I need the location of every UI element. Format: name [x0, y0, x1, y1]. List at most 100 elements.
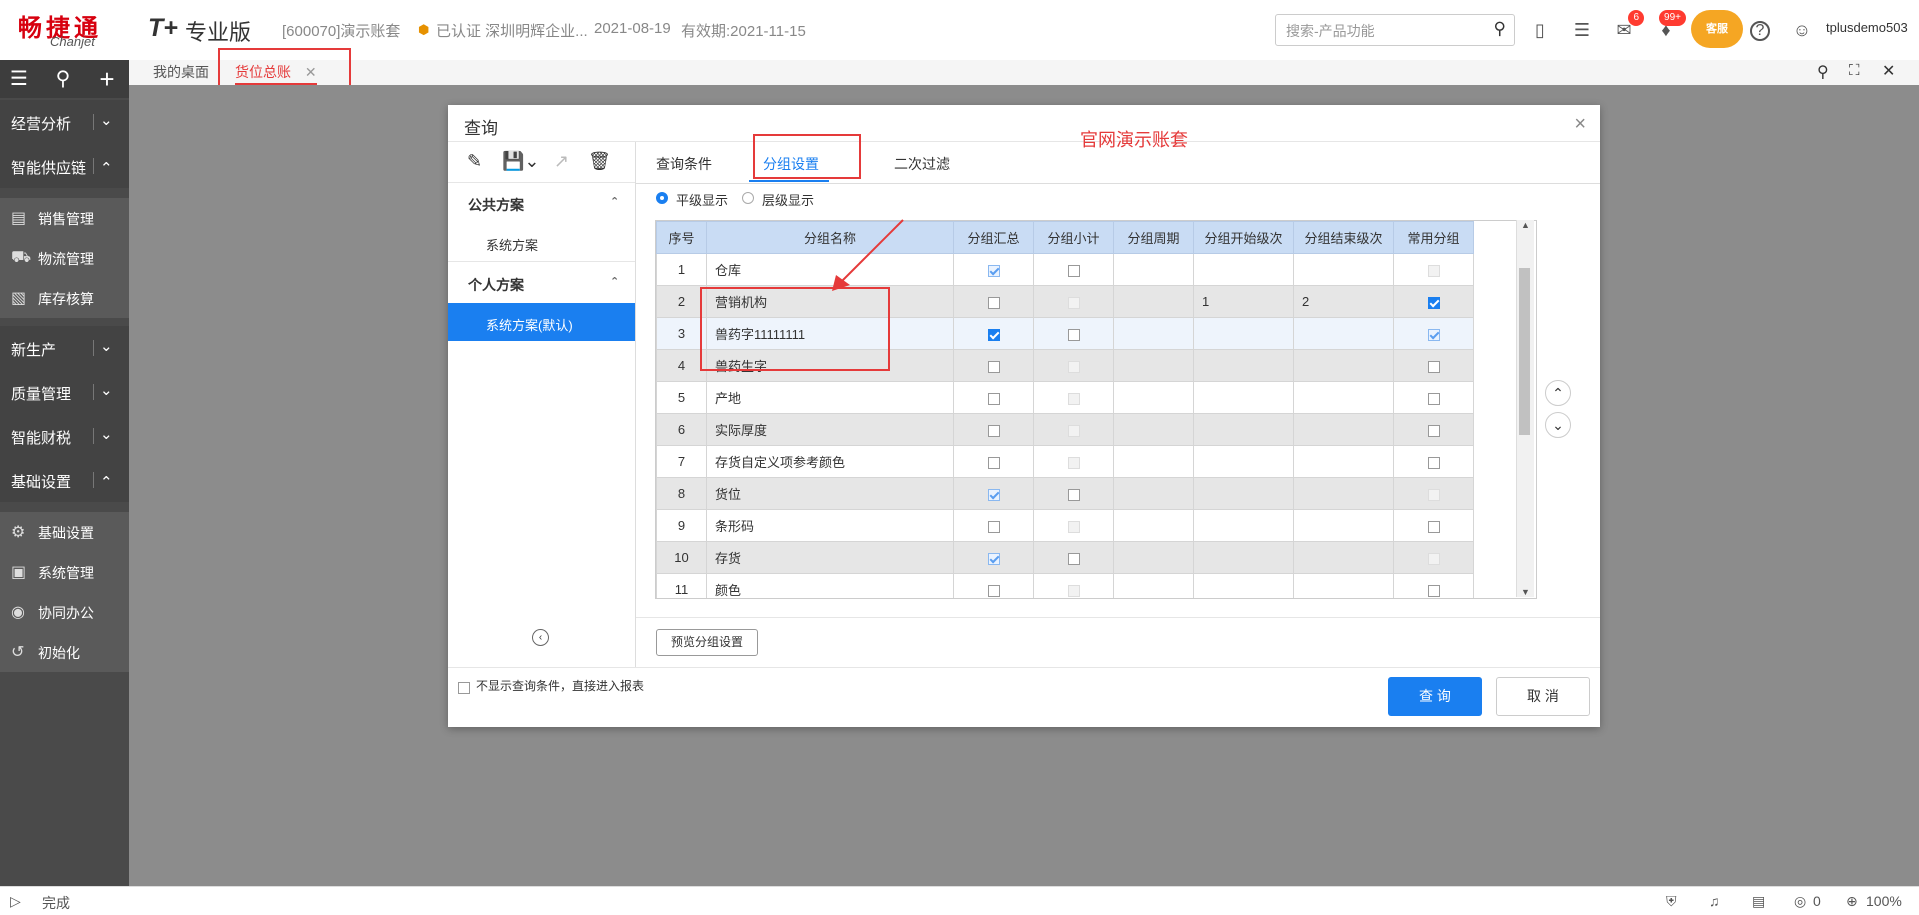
radio-flat[interactable]	[656, 192, 668, 204]
checkbox[interactable]	[1427, 424, 1440, 437]
sidebar-item-init[interactable]: ↺ 初始化	[0, 632, 129, 672]
sidebar-item-collab[interactable]: ◉ 协同办公	[0, 592, 129, 632]
fullscreen-icon[interactable]: ⛶	[1849, 62, 1860, 79]
table-cell[interactable]	[1113, 253, 1194, 286]
checkbox[interactable]	[1427, 520, 1440, 533]
speaker-icon[interactable]: ♫	[1709, 893, 1720, 909]
table-cell[interactable]	[1193, 541, 1294, 574]
table-cell[interactable]	[1113, 285, 1194, 318]
table-cell[interactable]	[1113, 381, 1194, 414]
table-cell[interactable]	[1113, 317, 1194, 350]
table-cell[interactable]: 6	[656, 413, 707, 446]
table-row[interactable]: 11 颜色	[656, 573, 1474, 598]
package-icon[interactable]: ▤	[1752, 893, 1765, 910]
column-header[interactable]: 分组小计	[1033, 221, 1114, 254]
sidebar-group-analysis[interactable]: 经营分析 ⌄	[0, 100, 129, 144]
column-header[interactable]: 序号	[656, 221, 707, 254]
sidebar-group-base[interactable]: 基础设置 ⌃	[0, 458, 129, 502]
sidebar-item-inventory[interactable]: ▧ 库存核算	[0, 278, 129, 318]
sidebar-item-sales[interactable]: ▤ 销售管理	[0, 198, 129, 238]
search-icon[interactable]: ⚲	[1494, 19, 1506, 39]
table-cell[interactable]: 存货	[706, 541, 954, 574]
tab-query-conditions[interactable]: 查询条件	[656, 154, 712, 174]
table-row[interactable]: 8 货位	[656, 477, 1474, 510]
checkbox[interactable]	[987, 488, 1000, 501]
table-cell[interactable]	[1293, 477, 1394, 510]
checkbox[interactable]	[987, 520, 1000, 533]
table-cell[interactable]: 5	[656, 381, 707, 414]
table-cell[interactable]	[1293, 573, 1394, 598]
column-header[interactable]: 分组结束级次	[1293, 221, 1394, 254]
checkbox[interactable]	[987, 264, 1000, 277]
table-cell[interactable]	[1193, 381, 1294, 414]
table-cell[interactable]	[1293, 413, 1394, 446]
add-icon[interactable]: +	[94, 66, 120, 92]
table-row[interactable]: 10 存货	[656, 541, 1474, 574]
table-cell[interactable]: 产地	[706, 381, 954, 414]
table-cell[interactable]	[1113, 349, 1194, 382]
zoom-icon[interactable]: ⊕	[1846, 893, 1858, 910]
table-row[interactable]: 5 产地	[656, 381, 1474, 414]
collapse-icon[interactable]: ‹	[532, 629, 549, 646]
table-cell[interactable]	[1193, 477, 1294, 510]
table-cell[interactable]	[1113, 541, 1194, 574]
table-cell[interactable]	[1193, 445, 1294, 478]
table-cell[interactable]: 存货自定义项参考颜色	[706, 445, 954, 478]
query-button[interactable]: 查 询	[1388, 677, 1482, 716]
username[interactable]: tplusdemo503	[1826, 20, 1908, 35]
table-cell[interactable]	[1293, 381, 1394, 414]
service-mascot-icon[interactable]: 客服	[1691, 10, 1743, 48]
certified-label[interactable]: 已认证 深圳明辉企业...	[436, 20, 588, 41]
table-cell[interactable]	[1113, 445, 1194, 478]
table-cell[interactable]: 7	[656, 445, 707, 478]
table-cell[interactable]: 条形码	[706, 509, 954, 542]
column-header[interactable]: 分组开始级次	[1193, 221, 1294, 254]
table-cell[interactable]: 颜色	[706, 573, 954, 598]
checkbox[interactable]	[1067, 328, 1080, 341]
radio-tree[interactable]	[742, 192, 754, 204]
play-icon[interactable]: ▷	[10, 893, 21, 910]
table-cell[interactable]	[1113, 509, 1194, 542]
column-header[interactable]: 常用分组	[1393, 221, 1474, 254]
table-cell[interactable]	[1113, 413, 1194, 446]
cancel-button[interactable]: 取 消	[1496, 677, 1590, 716]
move-up-button[interactable]: ⌃	[1545, 380, 1571, 406]
search-icon[interactable]: ⚲	[1817, 62, 1829, 82]
personal-scheme-header[interactable]: 个人方案 ⌃	[448, 263, 635, 303]
checkbox[interactable]	[1427, 296, 1440, 309]
shield-icon[interactable]: ⛨	[1666, 893, 1677, 910]
table-cell[interactable]	[1193, 349, 1294, 382]
table-row[interactable]: 1 仓库	[656, 253, 1474, 286]
edit-icon[interactable]: ✎	[467, 151, 482, 172]
sidebar-group-quality[interactable]: 质量管理 ⌄	[0, 370, 129, 414]
table-cell[interactable]	[1193, 509, 1294, 542]
table-cell[interactable]: 2	[1293, 285, 1394, 318]
preview-group-button[interactable]: 预览分组设置	[656, 629, 758, 656]
table-cell[interactable]: 3	[656, 317, 707, 350]
checkbox[interactable]	[987, 584, 1000, 597]
search-box[interactable]: 搜索-产品功能 ⚲	[1275, 14, 1515, 46]
checkbox[interactable]	[1427, 360, 1440, 373]
checkbox[interactable]	[1067, 488, 1080, 501]
rd-icon[interactable]: ◎	[1794, 893, 1806, 910]
table-cell[interactable]	[1193, 573, 1294, 598]
checkbox[interactable]	[1427, 392, 1440, 405]
checkbox[interactable]	[987, 296, 1000, 309]
table-cell[interactable]: 2	[656, 285, 707, 318]
table-cell[interactable]	[1113, 573, 1194, 598]
checkbox[interactable]	[1427, 584, 1440, 597]
delete-icon[interactable]: 🗑	[588, 151, 611, 172]
checkbox[interactable]	[987, 456, 1000, 469]
table-cell[interactable]	[1193, 253, 1294, 286]
close-icon[interactable]: ×	[1574, 113, 1586, 136]
table-cell[interactable]: 实际厚度	[706, 413, 954, 446]
sidebar-group-production[interactable]: 新生产 ⌄	[0, 326, 129, 370]
table-row[interactable]: 7 存货自定义项参考颜色	[656, 445, 1474, 478]
checkbox[interactable]	[1067, 264, 1080, 277]
checkbox[interactable]	[987, 360, 1000, 373]
column-header[interactable]: 分组汇总	[953, 221, 1034, 254]
table-cell[interactable]: 1	[656, 253, 707, 286]
table-cell[interactable]	[1293, 349, 1394, 382]
table-cell[interactable]: 8	[656, 477, 707, 510]
scroll-down-icon[interactable]: ▼	[1521, 587, 1530, 597]
